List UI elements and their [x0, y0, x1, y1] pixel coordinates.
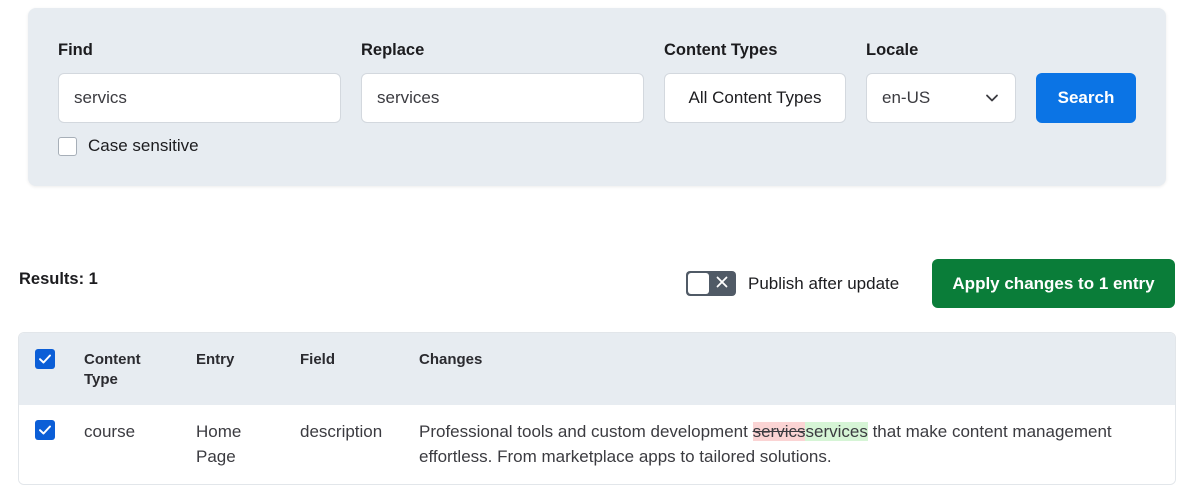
find-label: Find [58, 41, 93, 59]
row-checkbox[interactable] [35, 420, 55, 440]
case-sensitive-box[interactable] [58, 136, 77, 156]
cell-content-type: course [84, 422, 136, 441]
change-context-before: Professional tools and custom developmen… [419, 422, 753, 441]
find-input[interactable] [58, 73, 341, 123]
chevron-down-icon [986, 94, 998, 102]
toggle-knob [688, 273, 709, 294]
table-row: course Home Page description Professiona… [19, 405, 1175, 484]
table-header: Content Type Entry Field Changes [19, 333, 1175, 405]
header-field: Field [300, 351, 336, 368]
replace-input[interactable] [361, 73, 644, 123]
case-sensitive-label: Case sensitive [88, 136, 199, 155]
close-icon [716, 276, 728, 288]
apply-changes-label: Apply changes to 1 entry [952, 273, 1155, 293]
content-types-value: All Content Types [688, 88, 822, 107]
search-button-label: Search [1057, 88, 1115, 107]
select-all-checkbox[interactable] [35, 349, 55, 369]
publish-toggle[interactable] [686, 271, 736, 296]
publish-label: Publish after update [748, 273, 900, 293]
cell-changes: Professional tools and custom developmen… [419, 419, 1169, 469]
content-types-button[interactable]: All Content Types [664, 73, 846, 123]
replace-label: Replace [361, 41, 425, 59]
removed-text: servics [752, 422, 806, 441]
locale-value: en-US [882, 88, 931, 107]
check-icon [39, 425, 51, 435]
results-table: Content Type Entry Field Changes course … [18, 332, 1176, 485]
publish-toggle-row[interactable]: Publish after update [686, 271, 899, 296]
header-content-type: Content Type [84, 351, 141, 388]
content-types-label: Content Types [664, 41, 778, 59]
locale-select[interactable]: en-US [866, 73, 1016, 123]
header-entry: Entry [196, 351, 235, 368]
apply-changes-button[interactable]: Apply changes to 1 entry [932, 259, 1175, 308]
locale-label: Locale [866, 41, 919, 59]
added-text: services [805, 422, 868, 441]
header-changes: Changes [419, 351, 483, 368]
cell-entry: Home Page [196, 422, 242, 466]
results-count: Results: 1 [19, 270, 98, 288]
search-button[interactable]: Search [1036, 73, 1136, 123]
search-panel: Find Replace Content Types All Content T… [28, 8, 1166, 186]
case-sensitive-checkbox[interactable]: Case sensitive [58, 136, 199, 156]
check-icon [39, 354, 51, 364]
cell-field: description [300, 422, 383, 441]
